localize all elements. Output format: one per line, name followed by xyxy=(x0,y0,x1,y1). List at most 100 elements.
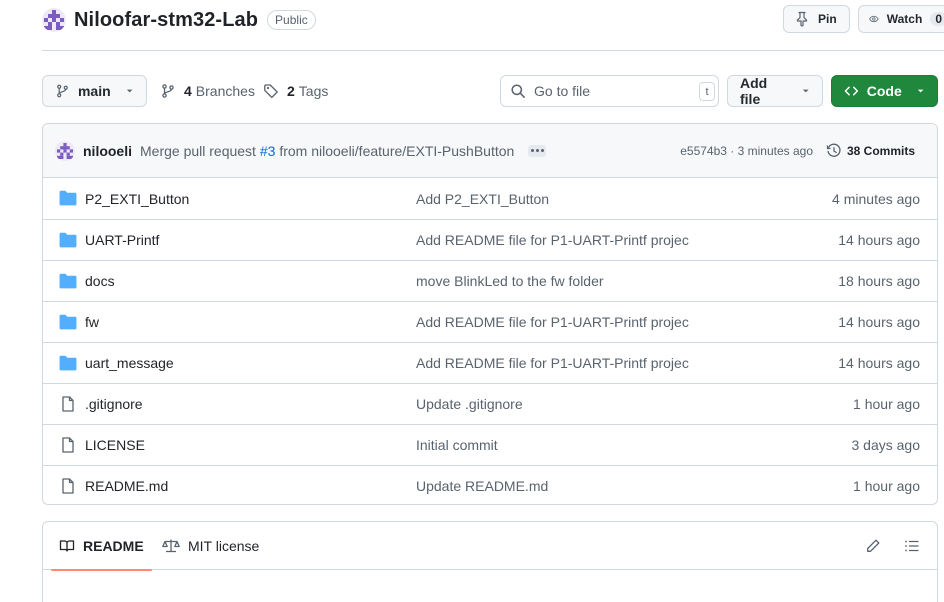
search-icon xyxy=(511,84,525,98)
branches-label: Branches xyxy=(195,83,255,99)
pin-icon xyxy=(796,11,808,27)
tab-license-label: MIT license xyxy=(188,538,260,554)
file-row[interactable]: .gitignore Update .gitignore 1 hour ago xyxy=(43,383,937,424)
file-commit-message[interactable]: Add README file for P1-UART-Printf proje… xyxy=(416,314,689,330)
file-row[interactable]: fw Add README file for P1-UART-Printf pro… xyxy=(43,301,937,342)
tab-readme-label: README xyxy=(83,538,144,554)
eye-icon xyxy=(869,15,879,23)
file-name[interactable]: uart_message xyxy=(85,355,174,371)
commit-author[interactable]: nilooeli xyxy=(83,143,132,159)
folder-icon xyxy=(59,273,77,289)
commit-message-suffix: from nilooeli/feature/EXTI-PushButton xyxy=(279,142,515,159)
file-commit-message[interactable]: Add README file for P1-UART-Printf proje… xyxy=(416,232,689,248)
file-rows: P2_EXTI_Button Add P2_EXTI_Button 4 minute… xyxy=(43,178,937,504)
tags-link[interactable]: 2 Tags xyxy=(263,75,328,107)
branch-name: main xyxy=(77,83,111,99)
search-placeholder: Go to file xyxy=(534,83,591,99)
file-name[interactable]: UART-Printf xyxy=(85,232,159,248)
file-commit-message[interactable]: Update README.md xyxy=(416,478,548,494)
file-name[interactable]: README.md xyxy=(85,478,168,494)
file-row[interactable]: UART-Printf Add README file for P1-UART-P… xyxy=(43,219,937,260)
history-icon xyxy=(826,143,841,157)
code-label: Code xyxy=(866,83,902,99)
expand-commit-button[interactable] xyxy=(528,144,547,157)
file-commit-date: 1 hour ago xyxy=(853,478,920,494)
watch-count: 0 xyxy=(930,12,944,26)
folder-icon xyxy=(59,314,77,330)
file-icon xyxy=(62,396,74,412)
file-commit-message[interactable]: Add P2_EXTI_Button xyxy=(416,191,549,207)
file-icon xyxy=(62,437,74,453)
file-commit-message[interactable]: move BlinkLed to the fw folder xyxy=(416,273,604,289)
keyboard-shortcut-hint: t xyxy=(699,82,715,101)
law-scale-icon xyxy=(162,539,180,553)
file-commit-date: 14 hours ago xyxy=(838,232,920,248)
branch-select-button[interactable]: main xyxy=(42,75,147,107)
tab-readme[interactable]: README xyxy=(51,522,152,571)
file-name[interactable]: docs xyxy=(85,273,115,289)
file-listing: nilooeli Merge pull request #3 from nilo… xyxy=(42,123,938,505)
file-commit-date: 1 hour ago xyxy=(853,396,920,412)
branches-count: 4 xyxy=(184,83,192,99)
chevron-down-icon xyxy=(126,89,133,93)
commit-message-prefix: Merge pull request xyxy=(140,142,256,159)
outline-list-icon[interactable] xyxy=(904,538,920,554)
commits-history-link[interactable]: 38 Commits xyxy=(826,143,915,159)
file-row[interactable]: LICENSE Initial commit 3 days ago xyxy=(43,424,937,465)
watch-label: Watch xyxy=(886,12,923,26)
readme-tabs: README MIT license xyxy=(43,522,937,571)
identicon-icon xyxy=(57,142,73,159)
commit-hash-time[interactable]: e5574b3 · 3 minutes ago xyxy=(680,144,813,158)
commits-label: 38 Commits xyxy=(846,143,915,158)
folder-icon xyxy=(59,232,77,248)
readme-panel: README MIT license xyxy=(42,521,938,602)
identicon-icon xyxy=(44,10,64,30)
file-commit-date: 3 days ago xyxy=(851,437,921,453)
file-commit-date: 4 minutes ago xyxy=(832,190,920,207)
file-name[interactable]: .gitignore xyxy=(85,396,143,412)
branch-icon xyxy=(162,84,174,98)
file-commit-date: 18 hours ago xyxy=(838,273,920,289)
file-icon xyxy=(62,478,74,494)
file-commit-date: 14 hours ago xyxy=(838,314,920,330)
add-file-button[interactable]: Add file xyxy=(727,75,823,107)
repo-owner-avatar[interactable] xyxy=(42,8,66,32)
tags-label: Tags xyxy=(298,83,329,99)
file-row[interactable]: README.md Update README.md 1 hour ago xyxy=(43,465,937,504)
header-divider xyxy=(42,50,944,51)
commit-message[interactable]: Merge pull request #3 from nilooeli/feat… xyxy=(140,143,514,159)
commit-author-avatar[interactable] xyxy=(55,140,75,161)
file-row[interactable]: docs move BlinkLed to the fw folder 18 hou… xyxy=(43,260,937,301)
file-name[interactable]: fw xyxy=(85,314,99,330)
file-name[interactable]: P2_EXTI_Button xyxy=(85,191,189,207)
add-file-label: Add file xyxy=(740,75,768,107)
branches-link[interactable]: 4 Branches xyxy=(160,75,255,107)
file-commit-message[interactable]: Initial commit xyxy=(416,437,498,453)
pin-label: Pin xyxy=(818,12,837,26)
go-to-file-input[interactable]: Go to file t xyxy=(500,75,719,107)
visibility-badge: Public xyxy=(267,10,316,30)
file-name[interactable]: LICENSE xyxy=(85,437,145,453)
file-commit-message[interactable]: Add README file for P1-UART-Printf proje… xyxy=(416,355,689,371)
folder-icon xyxy=(59,190,77,206)
pin-button[interactable]: Pin xyxy=(783,5,850,33)
book-icon xyxy=(59,540,75,552)
branch-icon xyxy=(57,84,68,98)
file-commit-date: 14 hours ago xyxy=(838,355,920,371)
tag-icon xyxy=(264,84,278,99)
file-row[interactable]: uart_message Add README file for P1-UART-… xyxy=(43,342,937,383)
file-commit-message[interactable]: Update .gitignore xyxy=(416,396,523,412)
file-row[interactable]: P2_EXTI_Button Add P2_EXTI_Button 4 minute… xyxy=(43,178,937,219)
folder-icon xyxy=(59,355,77,371)
watch-button[interactable]: Watch 0 xyxy=(858,5,944,33)
tab-license[interactable]: MIT license xyxy=(162,522,259,570)
repo-header: Niloofar-stm32-Lab Public xyxy=(42,6,316,34)
pull-request-link[interactable]: #3 xyxy=(260,143,276,159)
edit-pencil-icon[interactable] xyxy=(865,538,881,554)
code-button[interactable]: Code xyxy=(831,75,938,107)
latest-commit-bar: nilooeli Merge pull request #3 from nilo… xyxy=(43,124,937,178)
repo-title[interactable]: Niloofar-stm32-Lab xyxy=(74,9,258,32)
chevron-down-icon xyxy=(802,89,809,93)
chevron-down-icon xyxy=(917,89,924,93)
code-icon xyxy=(844,86,859,96)
